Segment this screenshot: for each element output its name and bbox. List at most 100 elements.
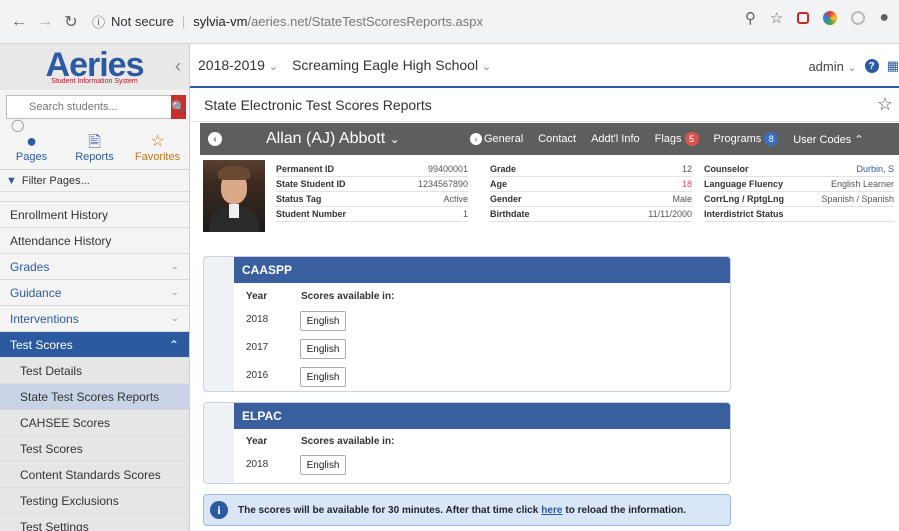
- info-label: Birthdate: [490, 209, 530, 219]
- sidebar-item-enrollment-history[interactable]: Enrollment History: [0, 202, 189, 228]
- chevron-down-icon: ⌄: [170, 313, 179, 324]
- caaspp-title: CAASPP: [234, 257, 730, 283]
- security-label: Not secure: [111, 14, 174, 29]
- sidebar-item-test-settings[interactable]: Test Settings: [0, 514, 189, 531]
- color-extension-icon[interactable]: [823, 11, 838, 25]
- tab-programs[interactable]: Programs 8: [714, 132, 779, 146]
- info-value: Male: [672, 194, 692, 204]
- school-selector[interactable]: Screaming Eagle High School ⌄: [292, 57, 491, 73]
- info-value: English Learner: [830, 179, 894, 189]
- student-info-col3: Counselor Durbin, S Language Fluency Engli…: [704, 162, 894, 222]
- profile-icon[interactable]: ●: [879, 9, 889, 27]
- extension-icon[interactable]: [797, 12, 810, 24]
- browser-actions: ⚲ ☆ ●: [745, 9, 889, 27]
- user-menu[interactable]: admin ⌄: [808, 59, 856, 74]
- student-search: 🔍: [6, 95, 186, 119]
- student-name-selector[interactable]: Allan (AJ) Abbott ⌄: [266, 130, 400, 148]
- document-icon: 🖹: [88, 133, 101, 151]
- reload-icon[interactable]: ↻: [58, 9, 84, 35]
- sidebar-item-state-test-scores-reports[interactable]: State Test Scores Reports: [0, 384, 189, 410]
- sidebar-item-testing-exclusions[interactable]: Testing Exclusions: [0, 488, 189, 514]
- forward-arrow-icon[interactable]: →: [32, 9, 58, 35]
- back-circle-icon[interactable]: ‹: [208, 132, 222, 146]
- zoom-icon[interactable]: ⚲: [745, 9, 756, 27]
- help-icon[interactable]: ?: [864, 59, 879, 73]
- english-report-button[interactable]: English: [300, 367, 346, 387]
- info-row: Counselor Durbin, S: [704, 162, 894, 177]
- info-label: Student Number: [276, 209, 347, 219]
- english-report-button[interactable]: English: [300, 311, 346, 331]
- year-cell: 2016: [246, 370, 269, 381]
- left-sidebar: Aeries Student Information System ‹ 🔍 ◯ …: [0, 44, 190, 531]
- collapse-sidebar-icon[interactable]: ‹: [175, 56, 181, 77]
- grid-icon[interactable]: ▦: [887, 58, 899, 74]
- address-bar[interactable]: ⓘ Not secure | sylvia-vm/aeries.net/Stat…: [92, 7, 792, 37]
- student-header-bar: ‹ Allan (AJ) Abbott ⌄ › General Contact A…: [200, 123, 899, 155]
- bookmark-star-icon[interactable]: ☆: [770, 9, 783, 27]
- tab-general[interactable]: › General: [470, 133, 523, 145]
- sidebar-item-content-standards-scores[interactable]: Content Standards Scores: [0, 462, 189, 488]
- tab-reports[interactable]: 🖹 Reports: [63, 124, 126, 169]
- sidebar-item-grades[interactable]: Grades ⌄: [0, 254, 189, 280]
- student-info-col1: Permanent ID 99400001 State Student ID 123…: [276, 162, 468, 222]
- tab-flags[interactable]: Flags 5: [655, 132, 699, 146]
- filter-icon: ▼: [6, 174, 17, 187]
- info-label: Language Fluency: [704, 179, 784, 189]
- url-host: sylvia-vm: [193, 14, 248, 29]
- favorite-star-icon[interactable]: ☆: [877, 94, 893, 115]
- reload-link[interactable]: here: [541, 505, 562, 516]
- grey-extension-icon[interactable]: [851, 11, 866, 25]
- tab-favorites[interactable]: ☆ Favorites: [126, 124, 189, 169]
- student-nav: › General Contact Addt'l Info Flags 5 Prog…: [470, 123, 864, 155]
- sidebar-item-cahsee-scores[interactable]: CAHSEE Scores: [0, 410, 189, 436]
- year-cell: 2018: [246, 459, 269, 470]
- sidebar-item-test-details[interactable]: Test Details: [0, 358, 189, 384]
- sidebar-item-attendance-history[interactable]: Attendance History: [0, 228, 189, 254]
- year-header: Year: [246, 291, 268, 302]
- student-info-panel: Permanent ID 99400001 State Student ID 123…: [200, 158, 899, 236]
- url-path: /aeries.net/StateTestScoresReports.aspx: [247, 14, 484, 29]
- tab-general-label: General: [484, 133, 524, 145]
- sidebar-item-test-scores-sub[interactable]: Test Scores: [0, 436, 189, 462]
- back-arrow-icon[interactable]: ←: [6, 9, 32, 35]
- programs-count-badge: 8: [764, 132, 779, 146]
- info-value: Active: [443, 194, 468, 204]
- tab-addl-info[interactable]: Addt'l Info: [591, 133, 640, 145]
- panel-strip: [204, 257, 234, 391]
- aeries-logo[interactable]: Aeries Student Information System ‹: [0, 44, 189, 90]
- year-cell: 2018: [246, 314, 269, 325]
- search-button[interactable]: 🔍: [171, 95, 186, 119]
- school-value: Screaming Eagle High School: [292, 57, 479, 73]
- tab-pages[interactable]: ● Pages: [0, 124, 63, 169]
- info-icon: i: [210, 501, 228, 519]
- sidebar-item-interventions[interactable]: Interventions ⌄: [0, 306, 189, 332]
- info-icon[interactable]: ⓘ: [92, 12, 105, 31]
- chevron-up-icon: ⌃: [168, 337, 179, 352]
- sidebar-cutoff-item: [0, 192, 189, 202]
- sidebar-item-guidance[interactable]: Guidance ⌄: [0, 280, 189, 306]
- tab-contact[interactable]: Contact: [538, 133, 576, 145]
- person-icon: ◯: [11, 118, 25, 132]
- logo-text: Aeries: [45, 45, 145, 84]
- sidebar-item-label: Test Settings: [20, 519, 89, 531]
- scores-header: Scores available in:: [301, 436, 395, 447]
- notice-text-before: The scores will be available for 30 minu…: [238, 504, 539, 516]
- pages-circle-icon: ●: [26, 130, 37, 151]
- filter-pages[interactable]: ▼ Filter Pages...: [0, 170, 189, 192]
- english-report-button[interactable]: English: [300, 339, 346, 359]
- flags-count-badge: 5: [684, 132, 699, 146]
- info-value: Spanish / Spanish: [821, 194, 894, 204]
- english-report-button[interactable]: English: [300, 455, 346, 475]
- chevron-down-icon: ⌄: [170, 287, 179, 298]
- sidebar-item-label: Test Scores: [10, 337, 73, 352]
- chevron-down-icon: ⌄: [170, 261, 179, 272]
- info-label: Counselor: [704, 164, 749, 174]
- search-input[interactable]: [6, 95, 171, 119]
- counselor-link[interactable]: Durbin, S: [856, 164, 894, 174]
- info-row: Age 18: [490, 177, 692, 192]
- info-value: 1234567890: [417, 179, 468, 189]
- year-selector[interactable]: 2018-2019 ⌄: [190, 57, 278, 73]
- sidebar-item-test-scores[interactable]: Test Scores ⌃: [0, 332, 189, 358]
- tab-user-codes[interactable]: User Codes ⌃: [793, 133, 863, 146]
- notice-text-after: to reload the information.: [565, 504, 686, 516]
